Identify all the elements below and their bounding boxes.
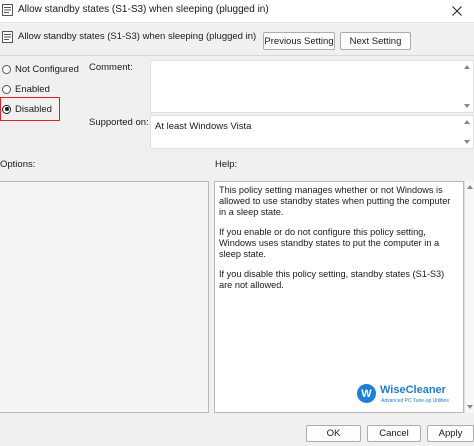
wisecleaner-logo: W [357, 384, 376, 403]
help-pane: This policy setting manages whether or n… [214, 181, 464, 413]
comment-field[interactable] [150, 60, 474, 113]
wisecleaner-name: WiseCleaner [380, 384, 446, 396]
wisecleaner-tagline: Advanced PC Tune-up Utilities [381, 398, 449, 404]
scroll-down-icon[interactable] [464, 104, 470, 108]
radio-label: Not Configured [15, 63, 79, 75]
previous-setting-button[interactable]: Previous Setting [263, 32, 335, 50]
highlight-box [0, 97, 60, 121]
help-scrollbar[interactable] [464, 181, 474, 413]
scroll-up-icon[interactable] [464, 120, 470, 124]
options-label: Options: [0, 159, 36, 170]
help-label: Help: [215, 159, 238, 170]
comment-label: Comment: [89, 62, 133, 73]
help-paragraph: If you disable this policy setting, stan… [219, 269, 445, 290]
setting-name: Allow standby states (S1-S3) when sleepi… [18, 31, 257, 42]
ok-button[interactable]: OK [306, 425, 361, 442]
scroll-up-icon[interactable] [464, 65, 470, 69]
close-button[interactable] [440, 0, 474, 22]
scroll-down-icon[interactable] [467, 405, 473, 409]
title-bar: Allow standby states (S1-S3) when sleepi… [0, 0, 474, 23]
policy-icon [2, 4, 13, 16]
apply-button[interactable]: Apply [427, 425, 474, 442]
radio-label: Enabled [15, 83, 50, 95]
radio-button[interactable] [2, 64, 11, 74]
close-icon [452, 6, 462, 16]
scroll-up-icon[interactable] [467, 185, 473, 189]
supported-on-value: At least Windows Vista [155, 121, 252, 132]
window-title: Allow standby states (S1-S3) when sleepi… [18, 4, 269, 15]
header-divider [0, 55, 474, 56]
help-paragraph: If you enable or do not configure this p… [219, 227, 440, 259]
options-pane [0, 181, 209, 413]
help-paragraph: This policy setting manages whether or n… [219, 185, 451, 217]
radio-not-configured[interactable]: Not Configured [2, 62, 79, 76]
scroll-down-icon[interactable] [464, 140, 470, 144]
next-setting-button[interactable]: Next Setting [340, 32, 411, 50]
radio-enabled[interactable]: Enabled [2, 82, 50, 96]
radio-button[interactable] [2, 84, 11, 94]
cancel-button[interactable]: Cancel [367, 425, 421, 442]
setting-policy-icon [2, 31, 13, 43]
supported-on-label: Supported on: [89, 117, 149, 128]
